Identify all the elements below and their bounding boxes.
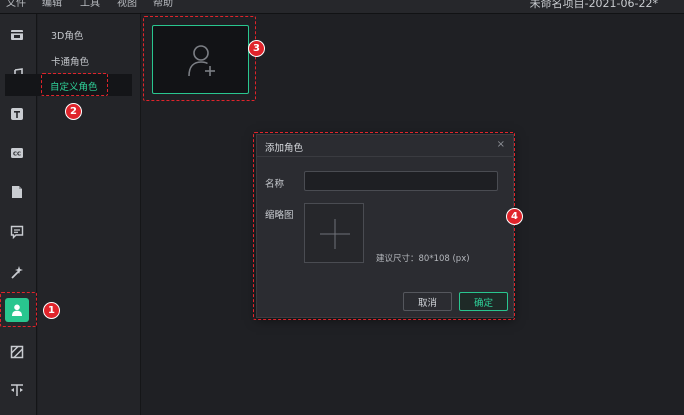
- menu-help[interactable]: 帮助: [153, 0, 173, 9]
- dialog-header: 添加角色 ×: [257, 135, 513, 157]
- cancel-button[interactable]: 取消: [403, 292, 452, 311]
- annotation-marker-3: 3: [248, 40, 265, 57]
- close-icon[interactable]: ×: [497, 139, 505, 150]
- menu-view[interactable]: 视图: [117, 0, 137, 9]
- effects-icon[interactable]: [5, 260, 29, 284]
- category-custom[interactable]: 自定义角色: [50, 79, 98, 93]
- menu-tools[interactable]: 工具: [80, 0, 100, 9]
- caption-icon[interactable]: CC: [5, 141, 29, 165]
- menu-edit[interactable]: 编辑: [42, 0, 62, 9]
- filter-icon[interactable]: [5, 340, 29, 364]
- size-hint: 建议尺寸：80*108 (px): [376, 254, 470, 264]
- ok-button[interactable]: 确定: [459, 292, 508, 311]
- thumbnail-upload[interactable]: [304, 203, 364, 263]
- annotation-marker-4: 4: [506, 208, 523, 225]
- window-title: 未命名项目-2021-06-22*: [529, 0, 658, 10]
- add-character-dialog: 添加角色 × 名称 缩略图 建议尺寸：80*108 (px) 取消 确定: [256, 134, 514, 318]
- category-3d[interactable]: 3D角色: [51, 28, 83, 42]
- menu-file[interactable]: 文件: [6, 0, 26, 9]
- category-cartoon[interactable]: 卡通角色: [51, 54, 89, 68]
- text-icon[interactable]: [5, 102, 29, 126]
- split-icon[interactable]: [5, 378, 29, 402]
- menu-bar: 文件 编辑 工具 视图 帮助 未命名项目-2021-06-22*: [0, 0, 684, 14]
- name-label: 名称: [265, 179, 285, 190]
- name-input[interactable]: [304, 171, 498, 191]
- comment-icon[interactable]: [5, 220, 29, 244]
- add-user-icon: [188, 45, 215, 77]
- character-icon[interactable]: [5, 298, 29, 322]
- dialog-title: 添加角色: [265, 143, 304, 154]
- annotation-marker-2: 2: [65, 103, 82, 120]
- media-icon[interactable]: [5, 23, 29, 47]
- folder-icon[interactable]: [5, 180, 29, 204]
- svg-text:CC: CC: [13, 151, 21, 157]
- annotation-marker-1: 1: [43, 302, 60, 319]
- thumbnail-label: 缩略图: [265, 210, 294, 221]
- plus-icon: [320, 219, 350, 249]
- add-character-card[interactable]: [152, 25, 249, 94]
